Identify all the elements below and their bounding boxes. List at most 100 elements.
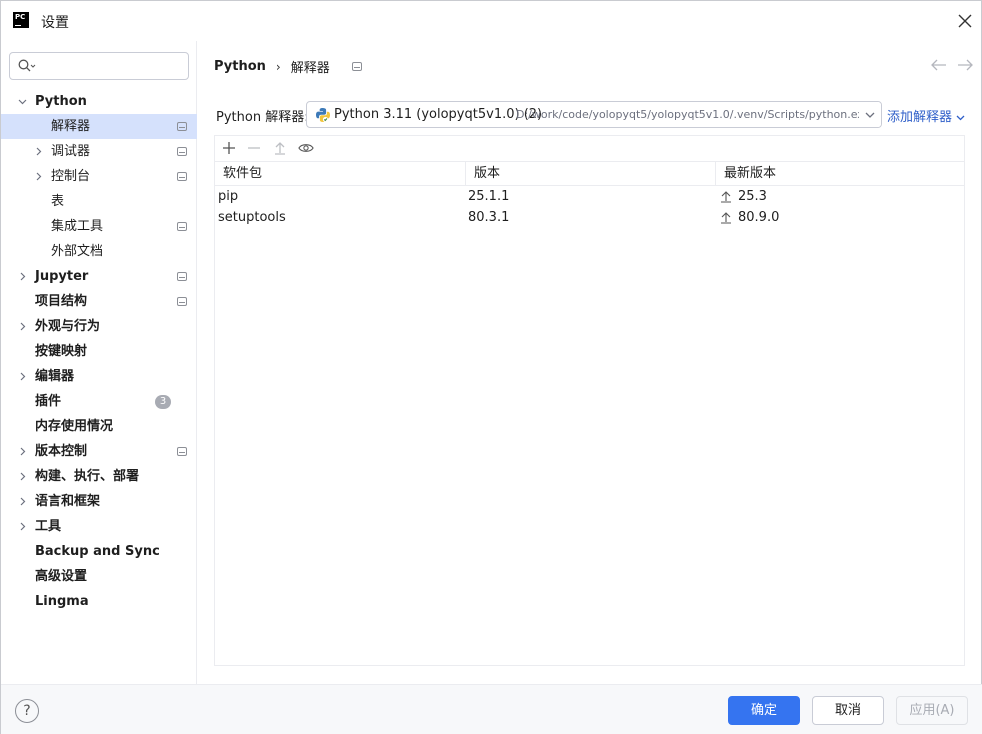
sidebar-item[interactable]: 集成工具 — [1, 214, 197, 239]
chevron-right-icon[interactable] — [18, 272, 27, 281]
sidebar-item[interactable]: Lingma — [1, 589, 197, 614]
interpreter-label: Python 解释器: — [216, 110, 309, 125]
pin-icon — [351, 62, 362, 71]
add-interpreter-link[interactable]: 添加解释器 — [887, 106, 965, 125]
ok-button[interactable]: 确定 — [728, 696, 800, 725]
sidebar-item[interactable]: 构建、执行、部署 — [1, 464, 197, 489]
eye-icon[interactable] — [298, 140, 314, 156]
sidebar-item[interactable]: 插件 3 — [1, 389, 197, 414]
pin-icon — [177, 147, 187, 156]
chevron-down-icon — [859, 102, 881, 127]
package-name: pip — [218, 189, 239, 204]
chevron-right-icon[interactable] — [18, 522, 27, 531]
chevron-right-icon[interactable] — [18, 322, 27, 331]
sidebar-item-label: 高级设置 — [35, 569, 88, 584]
sidebar-item[interactable]: 调试器 — [1, 139, 197, 164]
pin-icon — [177, 272, 187, 281]
sidebar-item[interactable]: 外部文档 — [1, 239, 197, 264]
sidebar-item-label: 语言和框架 — [35, 494, 101, 509]
settings-tree: Python 解释器调试器 控制台表集成工具外部文档 Jupyter 项目结构外观与行为… — [1, 89, 197, 614]
back-arrow-icon[interactable] — [931, 59, 947, 71]
column-header-latest[interactable]: 最新版本 — [715, 162, 964, 186]
sidebar-item-label: 内存使用情况 — [35, 419, 114, 434]
sidebar-item-label: 项目结构 — [35, 294, 88, 309]
search-input[interactable] — [9, 52, 189, 80]
sidebar-item-label: 集成工具 — [51, 219, 104, 234]
upgrade-icon[interactable] — [272, 140, 288, 156]
settings-dialog: PC 设置 Python 解释器调试器 控制台表集成工具外部文档 Jupyter 项目结… — [0, 0, 982, 734]
sidebar-item-label: 外部文档 — [51, 244, 104, 259]
window-title: 设置 — [41, 15, 69, 31]
sidebar-item[interactable]: Backup and Sync — [1, 539, 197, 564]
sidebar-item-label: 表 — [51, 194, 65, 209]
sidebar-item-label: 版本控制 — [35, 444, 88, 459]
breadcrumb-root[interactable]: Python — [214, 59, 266, 74]
breadcrumb: Python › 解释器 — [214, 57, 362, 76]
sidebar-item[interactable]: Python — [1, 89, 197, 114]
dialog-footer: ? 确定 取消 应用(A) — [1, 684, 982, 734]
table-row[interactable]: pip 25.1.1 25.3 — [215, 186, 964, 207]
sidebar-item-label: 插件 — [35, 394, 62, 409]
help-button[interactable]: ? — [15, 699, 39, 723]
package-version: 80.3.1 — [468, 210, 510, 225]
pin-icon — [177, 297, 187, 306]
add-interpreter-label: 添加解释器 — [887, 110, 953, 125]
pin-icon — [177, 447, 187, 456]
chevron-right-icon[interactable] — [18, 372, 27, 381]
cancel-button[interactable]: 取消 — [812, 696, 884, 725]
sidebar-item-label: 按键映射 — [35, 344, 88, 359]
package-name: setuptools — [218, 210, 286, 225]
sidebar-item-label: 解释器 — [51, 119, 91, 134]
sidebar-item[interactable]: 版本控制 — [1, 439, 197, 464]
sidebar-item[interactable]: 高级设置 — [1, 564, 197, 589]
remove-icon[interactable] — [246, 140, 262, 156]
packages-table-header: 软件包 版本 最新版本 — [215, 161, 964, 186]
package-latest-version: 25.3 — [738, 189, 767, 204]
close-button[interactable] — [955, 11, 975, 31]
breadcrumb-current: 解释器 — [290, 61, 330, 76]
sidebar-item[interactable]: 表 — [1, 189, 197, 214]
chevron-right-icon[interactable] — [34, 172, 43, 181]
search-icon — [18, 59, 36, 72]
add-icon[interactable] — [221, 140, 237, 156]
package-version: 25.1.1 — [468, 189, 510, 204]
upgrade-available-icon — [721, 191, 731, 203]
pycharm-logo-icon: PC — [13, 12, 29, 28]
pin-icon — [177, 172, 187, 181]
title-bar: PC 设置 — [1, 1, 981, 41]
sidebar-item[interactable]: 编辑器 — [1, 364, 197, 389]
interpreter-row: Python 解释器: Python 3.11 (yolopyqt5v1.0) … — [216, 101, 976, 129]
main-panel: Python › 解释器 Python 解释器: Python 3.11 (yo… — [198, 41, 982, 684]
settings-sidebar: Python 解释器调试器 控制台表集成工具外部文档 Jupyter 项目结构外观与行为… — [1, 41, 197, 684]
sidebar-item[interactable]: 项目结构 — [1, 289, 197, 314]
forward-arrow-icon[interactable] — [957, 59, 973, 71]
sidebar-item-label: 编辑器 — [35, 369, 75, 384]
upgrade-available-icon — [721, 212, 731, 224]
sidebar-item[interactable]: 语言和框架 — [1, 489, 197, 514]
sidebar-item[interactable]: Jupyter — [1, 264, 197, 289]
sidebar-item-label: 外观与行为 — [35, 319, 101, 334]
sidebar-item[interactable]: 工具 — [1, 514, 197, 539]
chevron-down-icon[interactable] — [18, 97, 27, 106]
close-icon — [958, 14, 972, 28]
interpreter-select[interactable]: Python 3.11 (yolopyqt5v1.0) (2) D:/work/… — [306, 101, 882, 128]
sidebar-item[interactable]: 控制台 — [1, 164, 197, 189]
sidebar-item[interactable]: 按键映射 — [1, 339, 197, 364]
nav-arrows — [931, 59, 973, 71]
pin-icon — [177, 222, 187, 231]
column-header-version[interactable]: 版本 — [465, 162, 715, 186]
chevron-right-icon[interactable] — [34, 147, 43, 156]
sidebar-item-label: Lingma — [35, 594, 89, 609]
sidebar-item[interactable]: 解释器 — [1, 114, 197, 139]
sidebar-item[interactable]: 内存使用情况 — [1, 414, 197, 439]
sidebar-item-label: Python — [35, 94, 87, 109]
chevron-right-icon[interactable] — [18, 472, 27, 481]
apply-button[interactable]: 应用(A) — [896, 696, 968, 725]
column-header-package[interactable]: 软件包 — [215, 162, 465, 186]
chevron-right-icon[interactable] — [18, 497, 27, 506]
sidebar-item[interactable]: 外观与行为 — [1, 314, 197, 339]
chevron-right-icon[interactable] — [18, 447, 27, 456]
table-row[interactable]: setuptools 80.3.1 80.9.0 — [215, 207, 964, 228]
breadcrumb-separator: › — [275, 59, 281, 74]
sidebar-item-label: Jupyter — [35, 269, 89, 284]
